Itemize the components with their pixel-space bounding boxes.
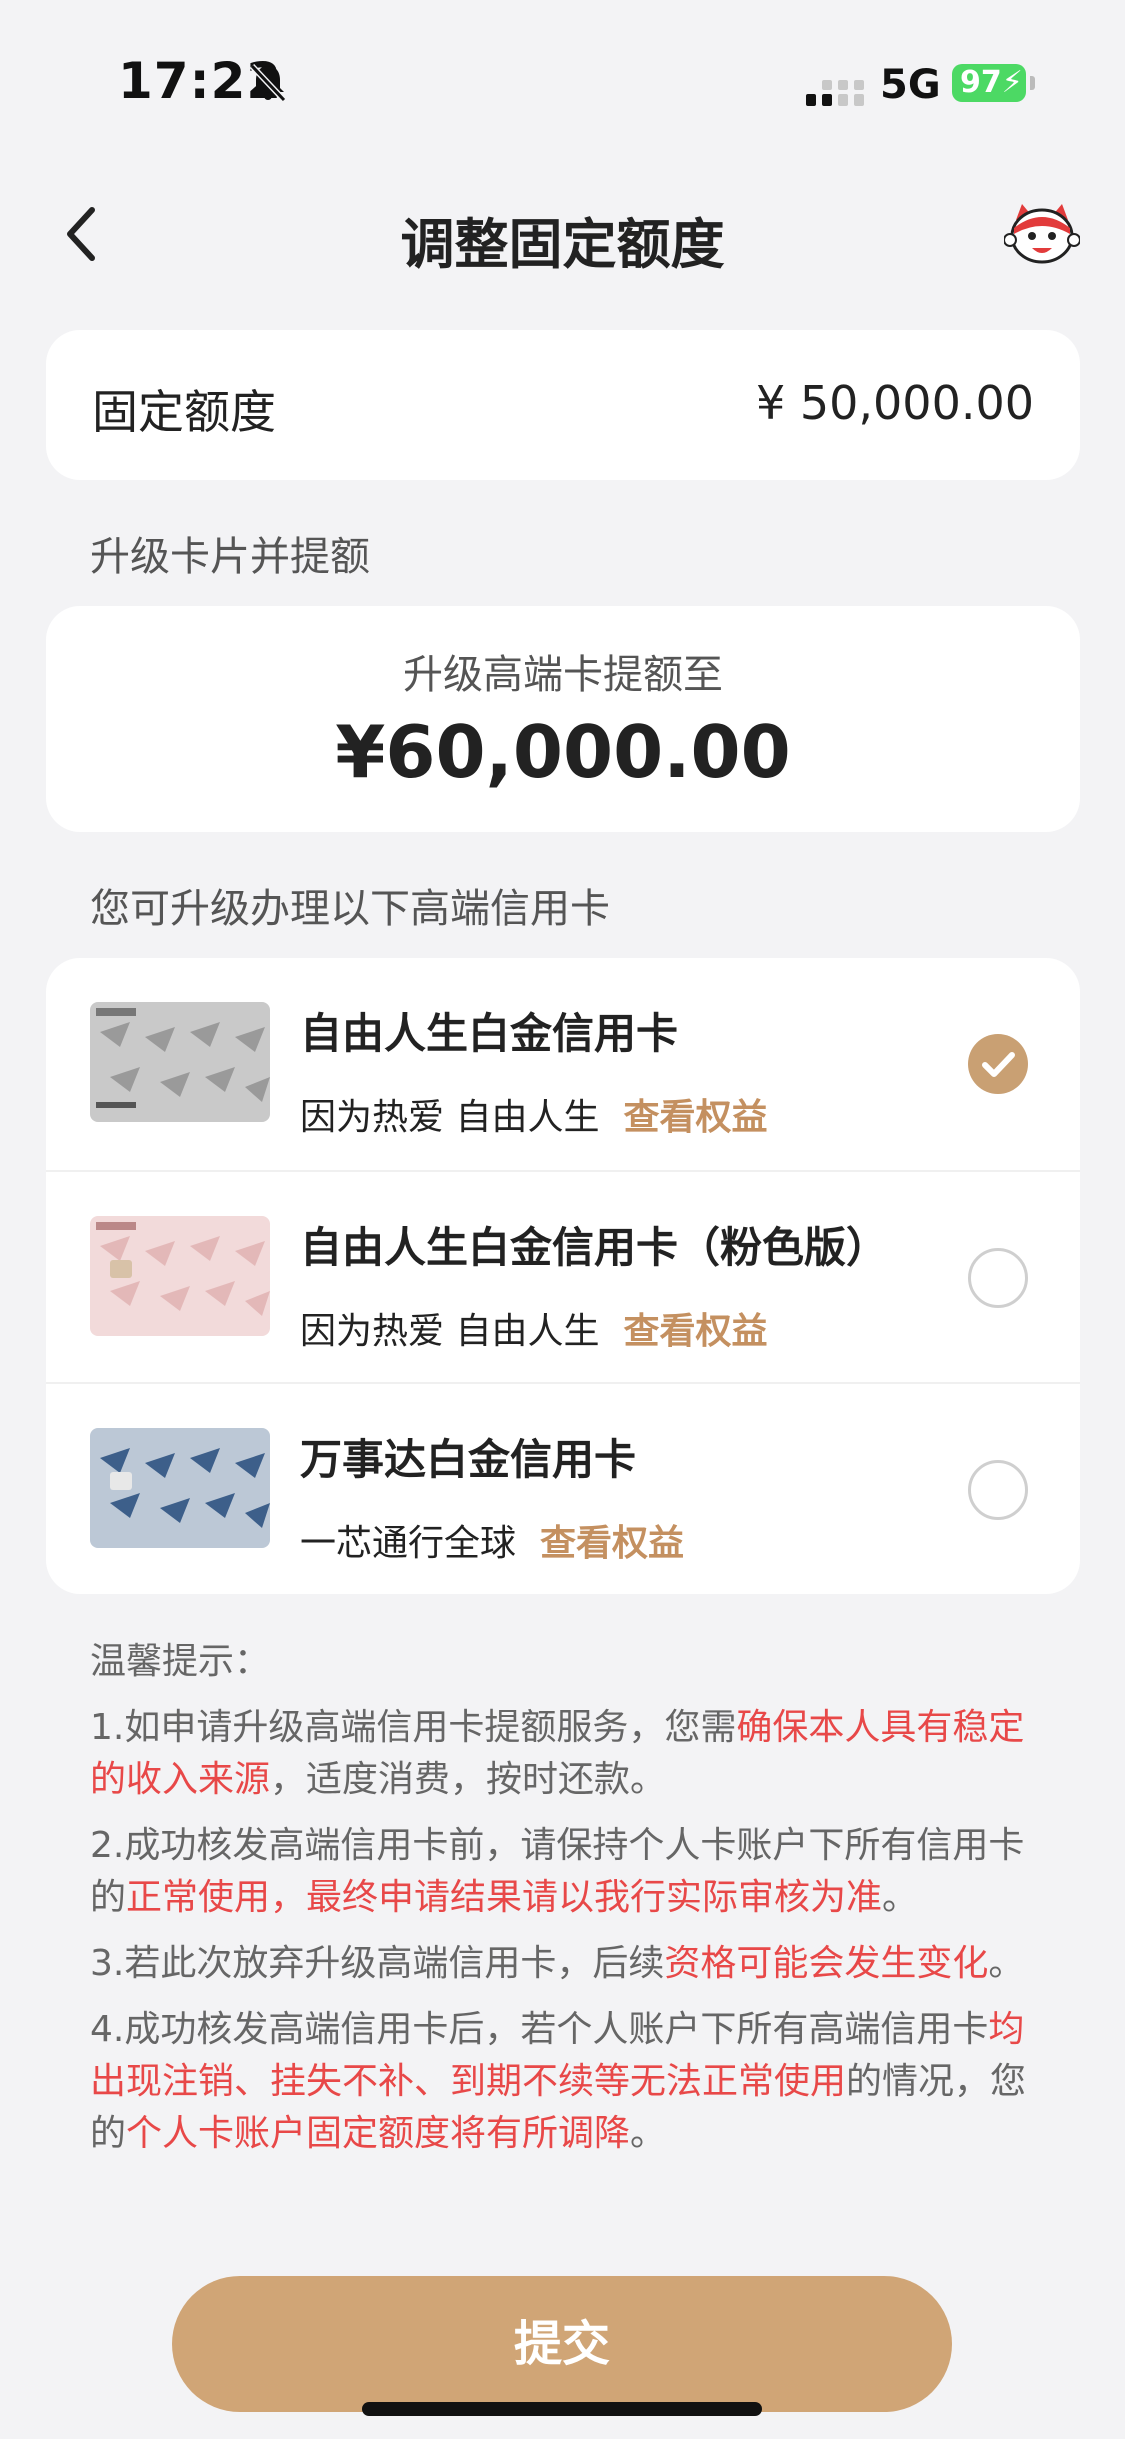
battery-icon: 97⚡	[952, 64, 1026, 102]
card-slogan: 因为热爱 自由人生	[300, 1097, 600, 1138]
tip-4: 4.成功核发高端信用卡后，若个人账户下所有高端信用卡均出现注销、挂失不补、到期不…	[90, 2009, 1027, 2154]
view-benefits-link[interactable]: 查看权益	[540, 1523, 684, 1564]
page-title: 调整固定额度	[400, 213, 725, 276]
upgrade-amount: ¥60,000.00	[335, 710, 791, 794]
tip-3: 3.若此次放弃升级高端信用卡，后续资格可能会发生变化。	[90, 1943, 1025, 1984]
checkmark-icon	[982, 1052, 1015, 1077]
fixed-limit-card: 固定额度 ¥ 50,000.00	[46, 330, 1080, 480]
battery-tip	[1030, 76, 1035, 90]
card-image-platinum-pink	[90, 1216, 270, 1336]
card-slogan: 因为热爱 自由人生	[300, 1311, 600, 1352]
card-select-radio-checked[interactable]	[968, 1034, 1028, 1094]
card-desc: 因为热爱 自由人生 查看权益	[300, 1302, 767, 1354]
cards-section-label: 您可升级办理以下高端信用卡	[90, 886, 610, 932]
card-slogan: 一芯通行全球	[300, 1523, 517, 1564]
view-benefits-link[interactable]: 查看权益	[623, 1311, 767, 1352]
network-label: 5G	[880, 62, 941, 108]
status-bar: 17:22 5G 97⚡	[0, 0, 1125, 150]
view-benefits-link[interactable]: 查看权益	[623, 1097, 767, 1138]
tips-title: 温馨提示：	[90, 1641, 271, 1682]
card-image-platinum	[90, 1002, 270, 1122]
battery-level: 97	[960, 65, 1002, 100]
fixed-limit-label: 固定额度	[92, 385, 276, 439]
upgrade-caption: 升级高端卡提额至	[403, 652, 723, 698]
card-desc: 一芯通行全球 查看权益	[300, 1514, 684, 1566]
card-desc: 因为热爱 自由人生 查看权益	[300, 1088, 767, 1140]
fixed-limit-value: ¥ 50,000.00	[756, 376, 1034, 430]
home-indicator	[362, 2402, 762, 2416]
card-name: 万事达白金信用卡	[300, 1435, 637, 1484]
card-select-radio[interactable]	[968, 1248, 1028, 1308]
card-name: 自由人生白金信用卡	[300, 1009, 679, 1058]
tip-2: 2.成功核发高端信用卡前，请保持个人卡账户下所有信用卡的正常使用，最终申请结果请…	[90, 1825, 1025, 1918]
submit-button[interactable]: 提交	[172, 2276, 952, 2412]
credit-card-option[interactable]: 自由人生白金信用卡（粉色版） 因为热爱 自由人生 查看权益	[46, 1170, 1080, 1382]
bell-muted-icon	[249, 63, 287, 103]
credit-card-option[interactable]: 万事达白金信用卡 一芯通行全球 查看权益	[46, 1382, 1080, 1594]
mascot-icon[interactable]	[1004, 198, 1080, 270]
tip-1: 1.如申请升级高端信用卡提额服务，您需确保本人具有稳定的收入来源，适度消费，按时…	[90, 1707, 1025, 1800]
credit-card-option[interactable]: 自由人生白金信用卡 因为热爱 自由人生 查看权益	[46, 958, 1080, 1170]
card-name: 自由人生白金信用卡（粉色版）	[300, 1223, 889, 1272]
signal-icon	[806, 80, 864, 106]
tips-section: 温馨提示： 1.如申请升级高端信用卡提额服务，您需确保本人具有稳定的收入来源，适…	[90, 1636, 1030, 2174]
card-select-radio[interactable]	[968, 1460, 1028, 1520]
charging-icon: ⚡	[1001, 65, 1023, 100]
credit-card-list: 自由人生白金信用卡 因为热爱 自由人生 查看权益 自由人生白金信用卡（粉色版） 因…	[46, 958, 1080, 1594]
upgrade-section-label: 升级卡片并提额	[90, 534, 370, 580]
upgrade-card: 升级高端卡提额至 ¥60,000.00	[46, 606, 1080, 832]
card-image-mastercard	[90, 1428, 270, 1548]
